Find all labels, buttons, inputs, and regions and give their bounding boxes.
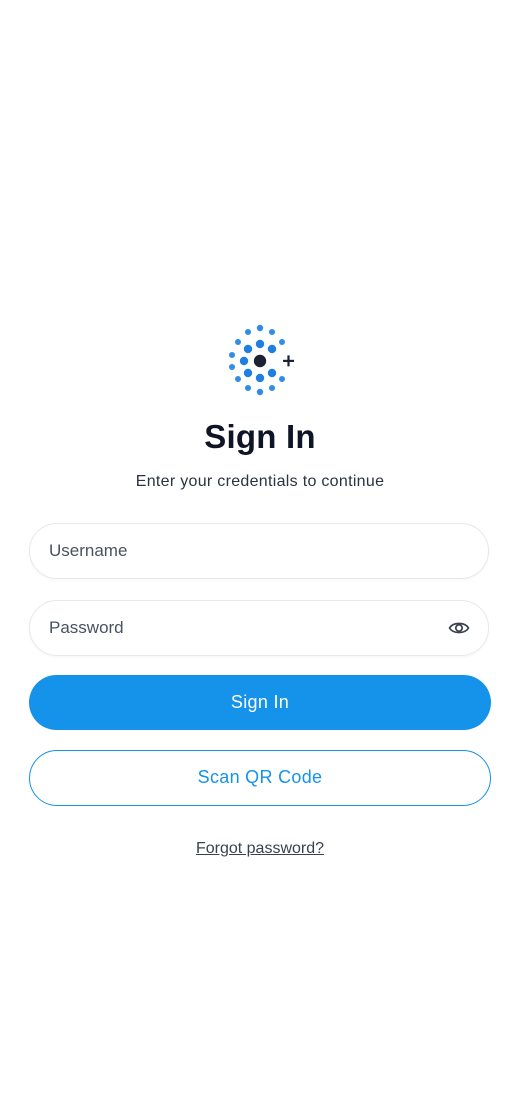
- forgot-password-link[interactable]: Forgot password?: [196, 840, 324, 857]
- app-logo-icon: [229, 324, 294, 396]
- password-input[interactable]: [49, 601, 449, 655]
- username-input[interactable]: [49, 524, 449, 578]
- scan-qr-code-button[interactable]: Scan QR Code: [29, 750, 491, 806]
- sign-in-screen: Sign In Enter your credentials to contin…: [0, 0, 520, 1105]
- sign-in-button[interactable]: Sign In: [29, 675, 491, 730]
- forgot-password-container: Forgot password?: [0, 840, 520, 858]
- page-title: Sign In: [204, 418, 316, 455]
- password-field[interactable]: [29, 600, 489, 656]
- eye-icon[interactable]: [448, 618, 470, 638]
- page-subtitle: Enter your credentials to continue: [135, 473, 385, 490]
- username-field[interactable]: [29, 523, 489, 579]
